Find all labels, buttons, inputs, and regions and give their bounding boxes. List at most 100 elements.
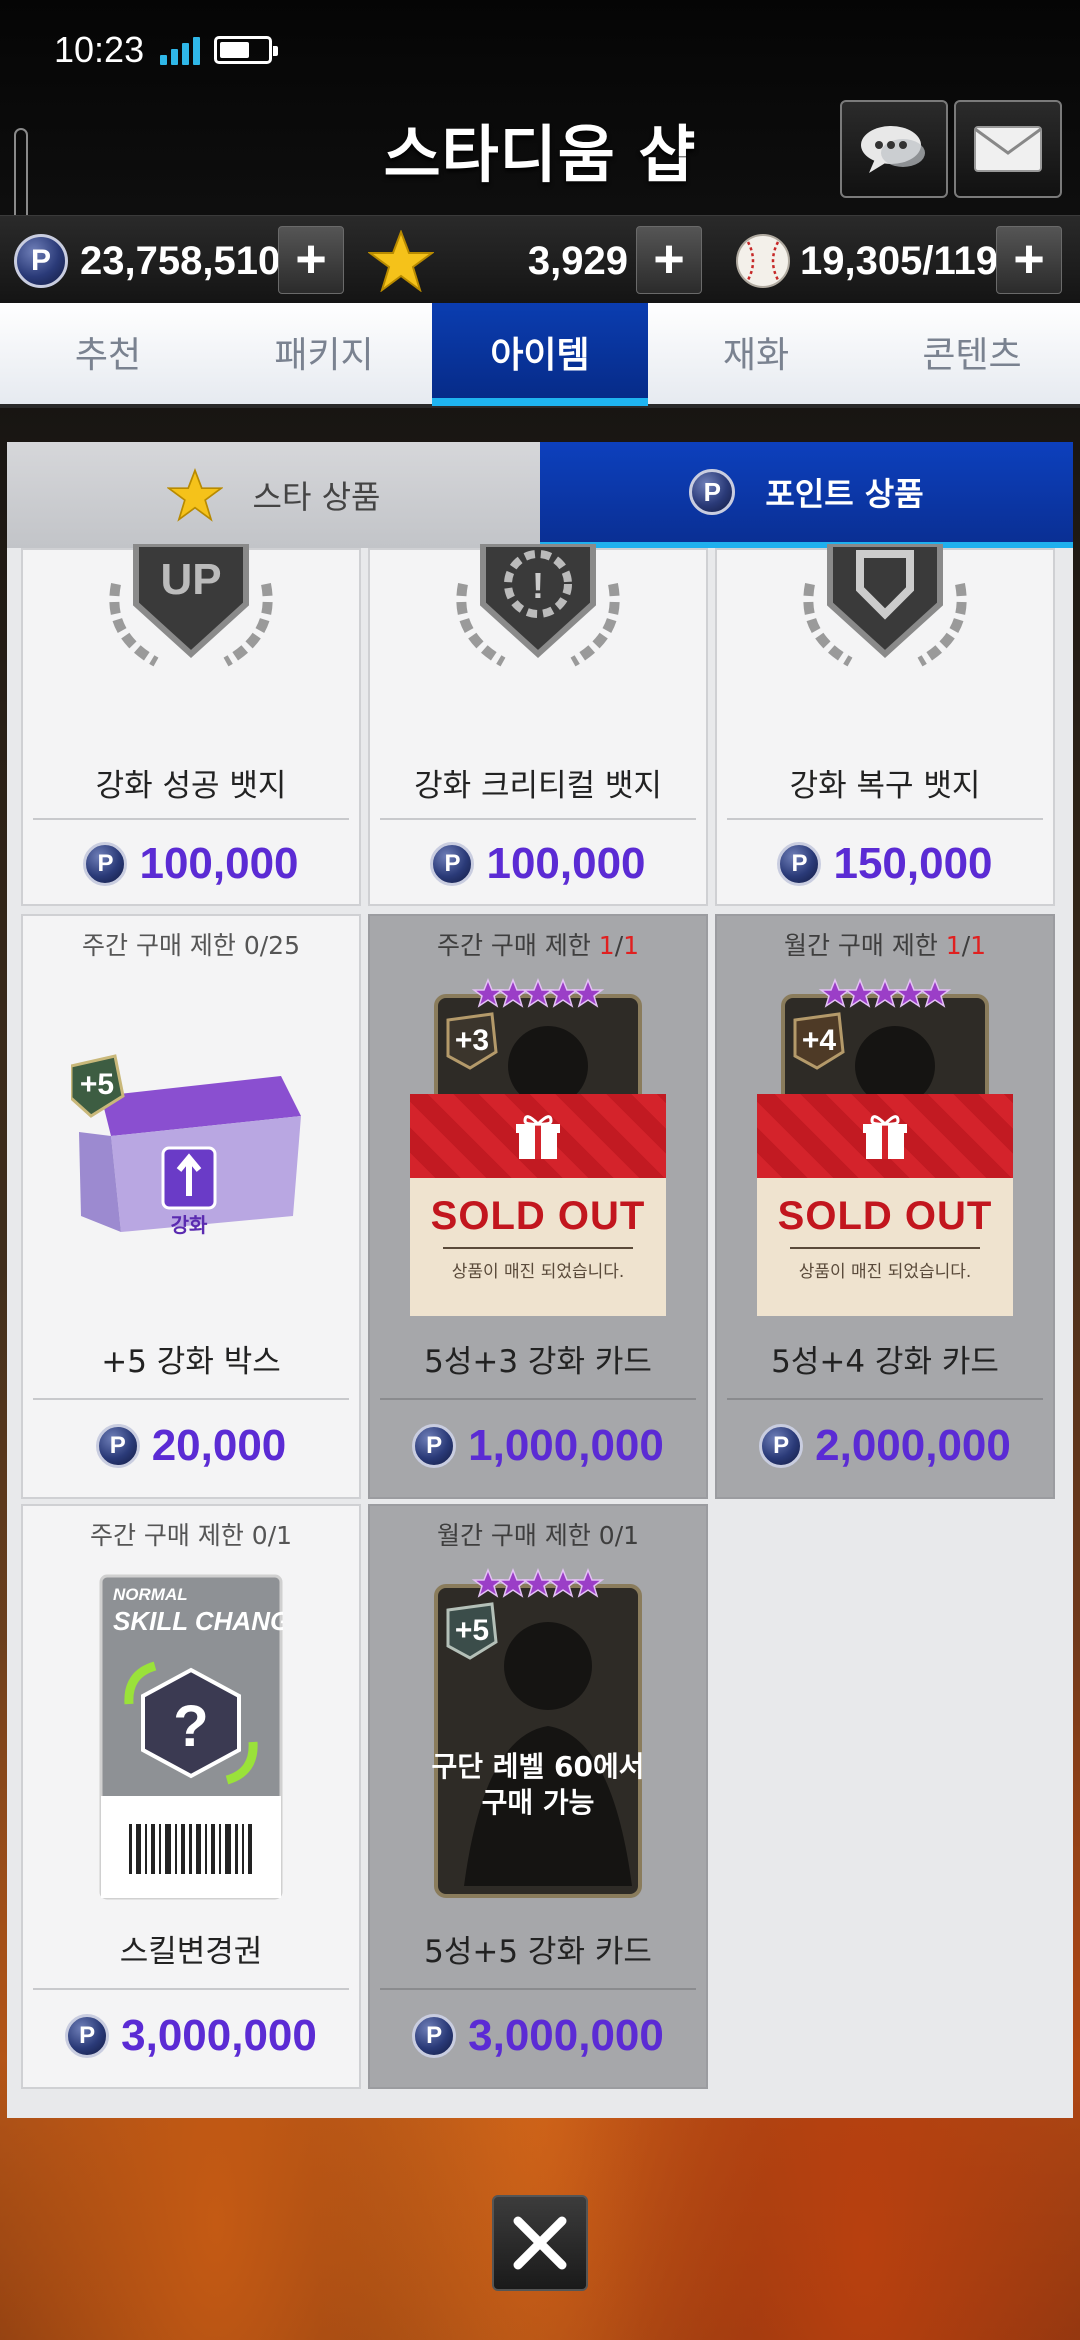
chat-icon xyxy=(861,126,925,173)
item-card[interactable]: 월간 구매 제한 1/1 +4 SOLD OUT 상품이 매진 되었습니다. 5… xyxy=(715,914,1055,1499)
svg-text:?: ? xyxy=(173,1694,208,1759)
item-card[interactable]: 주간 구매 제한 0/25 강화 +5 +5 강화 박스 P 20,000 xyxy=(21,914,361,1499)
point-coin-icon: P xyxy=(65,2014,110,2058)
sold-out-overlay: SOLD OUT 상품이 매진 되었습니다. xyxy=(757,1094,1013,1316)
tab-currency[interactable]: 재화 xyxy=(648,303,864,404)
svg-text:!: ! xyxy=(532,565,544,606)
sub-tabs: 스타 상품 P 포인트 상품 xyxy=(7,442,1073,548)
tab-item[interactable]: 아이템 xyxy=(432,303,648,406)
add-baseballs-button[interactable]: + xyxy=(996,226,1062,294)
svg-text:+4: +4 xyxy=(802,1024,837,1057)
svg-text:+5: +5 xyxy=(80,1068,114,1101)
status-time: 10:23 xyxy=(54,29,145,70)
gift-icon xyxy=(516,1115,560,1159)
svg-text:SKILL CHANGE: SKILL CHANGE xyxy=(113,1606,283,1636)
purchase-limit: 월간 구매 제한 1/1 xyxy=(783,931,987,960)
sold-out-overlay: SOLD OUT 상품이 매진 되었습니다. xyxy=(410,1094,666,1316)
subtab-label: 스타 상품 xyxy=(252,478,381,516)
points-balance: 23,758,510 xyxy=(80,239,281,283)
success-badge-icon: UP xyxy=(109,544,273,667)
restore-badge-icon xyxy=(803,544,967,667)
item-card[interactable]: ! 강화 크리티컬 뱃지 P 100,000 xyxy=(368,544,708,906)
item-name: 강화 크리티컬 뱃지 xyxy=(414,768,662,804)
tab-contents[interactable]: 콘텐츠 xyxy=(864,303,1080,404)
item-card[interactable]: 강화 복구 뱃지 P 150,000 xyxy=(715,544,1055,906)
item-price: P 3,000,000 xyxy=(370,2006,706,2066)
main-tabs: 추천 패키지 아이템 재화 콘텐츠 xyxy=(0,303,1080,408)
item-price: P 100,000 xyxy=(370,834,706,894)
item-name: +5 강화 박스 xyxy=(101,1344,281,1380)
baseball-balance: 19,305/119 xyxy=(800,239,998,283)
add-stars-button[interactable]: + xyxy=(636,226,702,294)
point-coin-icon: P xyxy=(430,842,475,886)
point-coin-icon: P xyxy=(14,234,68,288)
item-price: P 150,000 xyxy=(717,834,1053,894)
subtab-point-products[interactable]: P 포인트 상품 xyxy=(540,442,1073,548)
shop-panel: 스타 상품 P 포인트 상품 UP 강화 성공 뱃지 P 100,000 ! 강… xyxy=(7,442,1073,2118)
ticket-art: NORMAL SKILL CHANGE ? xyxy=(23,1574,359,1900)
sold-out-title: SOLD OUT xyxy=(777,1194,993,1238)
signal-icon xyxy=(160,35,201,65)
purchase-limit: 주간 구매 제한 1/1 xyxy=(436,931,640,960)
svg-text:+5: +5 xyxy=(455,1614,489,1647)
chat-button[interactable] xyxy=(840,100,948,198)
item-card[interactable]: 월간 구매 제한 0/1 +5 구단 레벨 60에서 구매 가능 5성+5 강화… xyxy=(368,1504,708,2089)
subtab-star-products[interactable]: 스타 상품 xyxy=(7,442,540,548)
point-coin-icon: P xyxy=(759,1424,804,1468)
level-lock-text: 구단 레벨 60에서 xyxy=(431,1750,644,1783)
purchase-limit: 주간 구매 제한 0/25 xyxy=(82,931,300,960)
item-price: P 2,000,000 xyxy=(717,1416,1053,1476)
point-coin-icon: P xyxy=(777,842,822,886)
level-lock-text: 구매 가능 xyxy=(482,1786,595,1819)
item-price: P 20,000 xyxy=(23,1416,359,1476)
badge-art: UP xyxy=(23,544,359,674)
tab-recommended[interactable]: 추천 xyxy=(0,303,216,404)
item-card[interactable]: 주간 구매 제한 1/1 +3 SOLD OUT 상품이 매진 되었습니다. 5… xyxy=(368,914,708,1499)
item-name: 스킬변경권 xyxy=(119,1934,263,1970)
point-coin-icon: P xyxy=(412,1424,457,1468)
add-points-button[interactable]: + xyxy=(278,226,344,294)
critical-badge-icon: ! xyxy=(456,544,620,667)
item-price: P 1,000,000 xyxy=(370,1416,706,1476)
point-coin-icon: P xyxy=(95,1424,140,1468)
close-icon xyxy=(513,2216,567,2270)
point-coin-icon: P xyxy=(83,842,128,886)
close-button[interactable] xyxy=(492,2195,588,2291)
subtab-label: 포인트 상품 xyxy=(765,475,924,513)
box-art: 강화 +5 xyxy=(23,1036,359,1246)
battery-icon xyxy=(214,36,279,64)
skill-change-ticket-icon: NORMAL SKILL CHANGE ? xyxy=(99,1574,283,1900)
stars-balance: 3,929 xyxy=(527,239,628,283)
sold-out-desc: 상품이 매진 되었습니다. xyxy=(798,1262,972,1282)
sold-out-desc: 상품이 매진 되었습니다. xyxy=(451,1262,625,1282)
item-price: P 100,000 xyxy=(23,834,359,894)
item-name: 강화 복구 뱃지 xyxy=(789,768,981,804)
purchase-limit: 월간 구매 제한 0/1 xyxy=(436,1521,640,1550)
svg-text:NORMAL: NORMAL xyxy=(113,1585,188,1604)
item-card[interactable]: UP 강화 성공 뱃지 P 100,000 xyxy=(21,544,361,906)
item-name: 5성+4 강화 카드 xyxy=(771,1344,999,1380)
item-card[interactable]: 주간 구매 제한 0/1 NORMAL SKILL CHANGE ? xyxy=(21,1504,361,2089)
mail-icon xyxy=(974,126,1042,172)
player-card-icon: +5 구단 레벨 60에서 구매 가능 xyxy=(431,1567,645,1898)
enhance-box-icon: 강화 +5 xyxy=(71,1054,301,1237)
star-icon xyxy=(368,230,434,292)
item-name: 강화 성공 뱃지 xyxy=(95,768,287,804)
item-price: P 3,000,000 xyxy=(23,2006,359,2066)
point-coin-icon: P xyxy=(689,469,736,515)
item-name: 5성+3 강화 카드 xyxy=(424,1344,652,1380)
mail-button[interactable] xyxy=(954,100,1062,198)
purchase-limit: 주간 구매 제한 0/1 xyxy=(89,1521,293,1550)
tab-package[interactable]: 패키지 xyxy=(216,303,432,404)
svg-text:+3: +3 xyxy=(455,1024,489,1057)
baseball-icon xyxy=(736,234,790,288)
gift-icon xyxy=(863,1115,907,1159)
item-name: 5성+5 강화 카드 xyxy=(424,1934,652,1970)
badge-art: ! xyxy=(370,544,706,674)
star-icon xyxy=(166,468,223,522)
point-coin-icon: P xyxy=(412,2014,457,2058)
svg-text:강화: 강화 xyxy=(171,1213,208,1237)
currency-bar: P 23,758,510 + 3,929 + 19,305/119 + xyxy=(0,215,1080,305)
sold-out-title: SOLD OUT xyxy=(430,1194,646,1238)
badge-art xyxy=(717,544,1053,674)
